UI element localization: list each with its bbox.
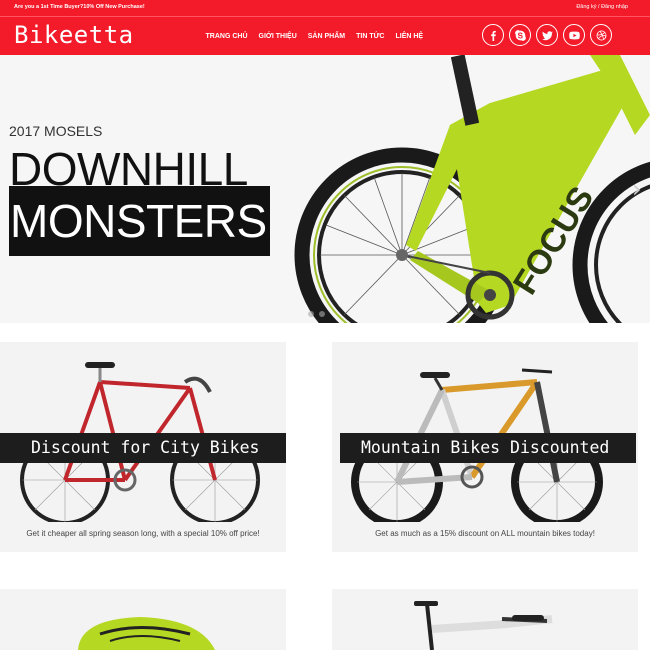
helmet-image [78, 617, 215, 650]
register-login-link[interactable]: Đăng ký / Đăng nhập [576, 4, 628, 10]
promo-card-mountain-bikes[interactable]: Mountain Bikes Discounted Get as much as… [332, 342, 638, 552]
promo-caption: Get as much as a 15% discount on ALL mou… [375, 529, 595, 538]
nav-products[interactable]: SẢN PHẨM [302, 33, 350, 40]
product-card-bike[interactable] [332, 589, 638, 650]
white-bike-image [414, 601, 553, 650]
hero-slider: FOCUS 2017 MOSELS DOWNHILL MONSTERS › [0, 55, 650, 323]
slider-dots [308, 311, 325, 317]
site-logo[interactable]: Bikeetta [14, 21, 134, 49]
skype-icon[interactable] [509, 24, 531, 46]
promo-title: Mountain Bikes Discounted [340, 433, 636, 463]
promo-card-city-bikes[interactable]: Discount for City Bikes Get it cheaper a… [0, 342, 286, 552]
promo-title: Discount for City Bikes [0, 433, 286, 463]
slide-dot[interactable] [308, 311, 314, 317]
nav-about[interactable]: GIỚI THIỆU [253, 33, 302, 40]
dribbble-icon[interactable] [590, 24, 612, 46]
facebook-icon[interactable] [482, 24, 504, 46]
promo-text: Are you a 1st Time Buyer?10% Off New Pur… [14, 4, 145, 10]
mountain-bike-image [351, 368, 603, 522]
next-slide-arrow-icon[interactable]: › [632, 175, 642, 203]
top-bar: Are you a 1st Time Buyer?10% Off New Pur… [0, 0, 650, 17]
product-card-helmet[interactable] [0, 589, 286, 650]
main-nav: TRANG CHỦ GIỚI THIỆU SẢN PHẨM TIN TỨC LI… [200, 33, 429, 40]
hero-eyebrow: 2017 MOSELS [9, 123, 103, 139]
city-bike-image [20, 362, 260, 522]
social-links [482, 24, 612, 46]
nav-news[interactable]: TIN TỨC [351, 33, 390, 40]
youtube-icon[interactable] [563, 24, 585, 46]
site-header: Bikeetta TRANG CHỦ GIỚI THIỆU SẢN PHẨM T… [0, 17, 650, 55]
promo-caption: Get it cheaper all spring season long, w… [26, 529, 260, 538]
hero-title-line2: MONSTERS [9, 186, 270, 256]
nav-home[interactable]: TRANG CHỦ [200, 33, 253, 40]
twitter-icon[interactable] [536, 24, 558, 46]
nav-contact[interactable]: LIÊN HỆ [390, 33, 429, 40]
hero-bike-image: FOCUS [294, 55, 650, 323]
slide-dot[interactable] [319, 311, 325, 317]
